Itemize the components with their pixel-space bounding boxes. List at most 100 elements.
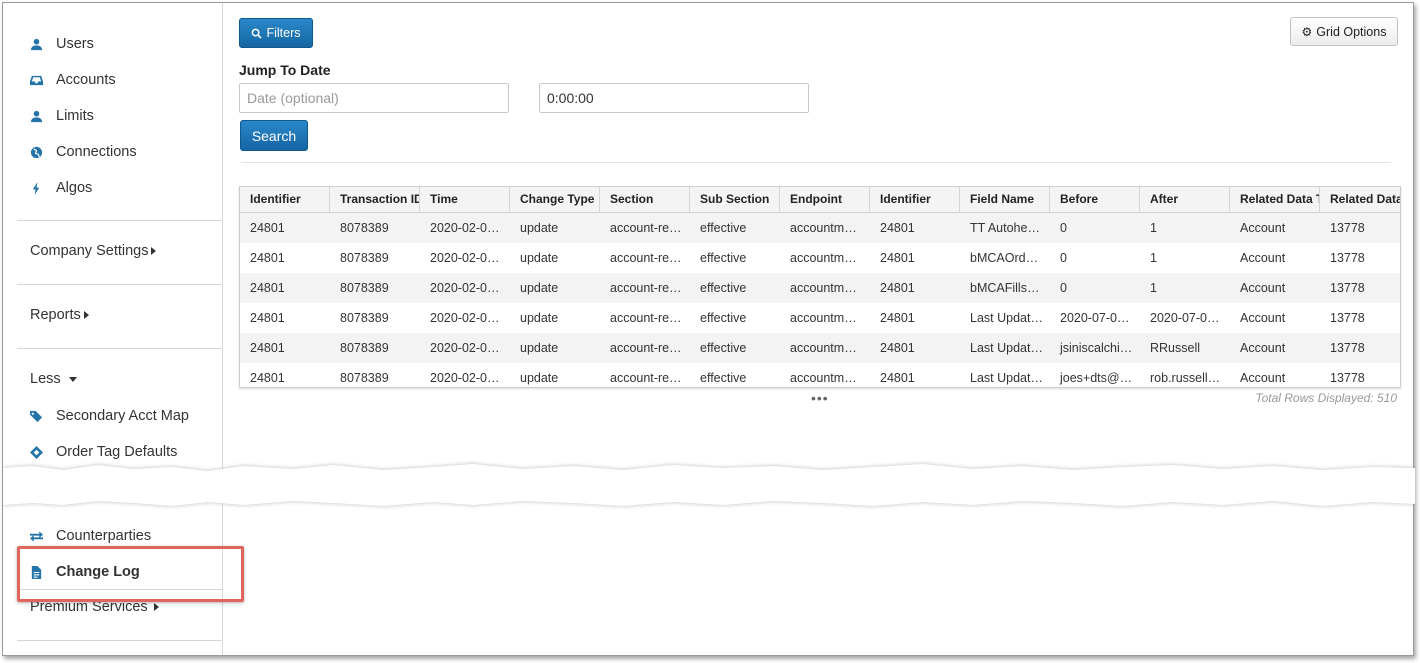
table-cell: 0 [1060,281,1067,295]
table-cell: 0 [1060,251,1067,265]
bolt-icon [29,181,43,195]
table-cell: accountm… [790,341,857,355]
sidebar-divider [17,220,222,221]
table-cell: account-re… [610,281,682,295]
table-cell: effective [700,371,747,385]
table-cell: Account [1240,251,1286,265]
table-cell: 13778 [1330,251,1365,265]
search-icon [252,28,263,39]
table-cell: update [520,311,559,325]
sidebar-item-less[interactable]: Less [30,371,77,387]
table-cell: 24801 [880,221,915,235]
table-cell: 24801 [250,371,285,385]
time-input[interactable] [539,83,809,113]
grid-options-button[interactable]: ⚙ Grid Options [1290,17,1398,46]
grid-body: 24801 8078389 2020-02-0… update account-re… e… [240,213,1400,387]
sidebar-item-algos[interactable]: Algos [29,177,92,199]
jump-to-date-label: Jump To Date [239,62,331,78]
table-cell: 2020-02-0… [430,251,500,265]
column-header[interactable]: Sub Section [690,187,780,213]
column-header[interactable]: Identifier [870,187,960,213]
column-header[interactable]: Section [600,187,690,213]
table-cell: effective [700,281,747,295]
table-cell: 24801 [880,281,915,295]
column-header[interactable]: Endpoint [780,187,870,213]
table-cell: update [520,221,559,235]
table-cell: 13778 [1330,221,1365,235]
column-header[interactable]: Field Name [960,187,1050,213]
table-cell: accountm… [790,221,857,235]
sidebar-item-reports[interactable]: Reports [30,307,89,323]
column-header[interactable]: Related Data Ty [1230,187,1320,213]
sidebar-item-label: Connections [56,144,137,160]
sidebar-item-label: Algos [56,180,93,196]
table-cell: accountm… [790,371,857,385]
sidebar-item-label: Limits [56,108,94,124]
table-cell: 1 [1150,281,1157,295]
table-cell: 24801 [880,251,915,265]
sidebar-item-limits[interactable]: Limits [29,105,94,127]
table-row[interactable]: 24801 8078389 2020-02-0… update account-re… e… [240,213,1400,243]
table-cell: 8078389 [340,281,389,295]
column-header[interactable]: Identifier [240,187,330,213]
content-divider [241,162,1391,163]
table-cell: 1 [1150,221,1157,235]
table-row[interactable]: 24801 8078389 2020-02-0… update account-re… e… [240,243,1400,273]
table-cell: joes+dts@… [1060,371,1133,385]
grid-options-label: Grid Options [1316,24,1387,39]
table-cell: 2020-07-0… [1150,311,1220,325]
table-cell: 13778 [1330,371,1365,385]
table-row[interactable]: 24801 8078389 2020-02-0… update account-re… e… [240,333,1400,363]
sidebar-item-label: Reports [30,307,81,323]
column-header[interactable]: Related Data [1320,187,1400,213]
caret-right-icon [151,247,157,255]
filters-button[interactable]: Filters [239,18,313,48]
more-rows-indicator[interactable]: ••• [811,390,829,406]
user-icon [29,109,43,123]
table-cell: 24801 [880,341,915,355]
caret-down-icon [68,376,77,382]
table-row[interactable]: 24801 8078389 2020-02-0… update account-re… e… [240,363,1400,387]
table-cell: 2020-02-0… [430,311,500,325]
table-cell: effective [700,341,747,355]
filters-label: Filters [266,26,301,40]
sidebar-item-counterparties[interactable]: Counterparties [29,525,151,547]
sidebar-item-secondary-acct-map[interactable]: Secondary Acct Map [29,405,189,427]
sidebar-item-accounts[interactable]: Accounts [29,69,116,91]
sidebar-item-label: Less [30,371,61,387]
table-cell: RRussell [1150,341,1201,355]
table-cell: update [520,341,559,355]
sidebar-item-label: Users [56,36,94,52]
column-header[interactable]: Change Type [510,187,600,213]
table-cell: update [520,281,559,295]
date-input[interactable] [239,83,509,113]
table-cell: effective [700,221,747,235]
table-row[interactable]: 24801 8078389 2020-02-0… update account-re… e… [240,303,1400,333]
column-header[interactable]: After [1140,187,1230,213]
table-cell: 13778 [1330,311,1365,325]
ticket-icon [29,445,43,459]
table-cell: account-re… [610,341,682,355]
column-header[interactable]: Before [1050,187,1140,213]
table-cell: 2020-07-0… [1060,311,1130,325]
sidebar-item-company-settings[interactable]: Company Settings [30,243,157,259]
app-window: Users Accounts Limits Connections Algos [2,2,1415,656]
table-cell: 13778 [1330,341,1365,355]
column-header[interactable]: Time [420,187,510,213]
table-cell: 8078389 [340,221,389,235]
globe-icon [29,145,43,159]
table-cell: Last Updat… [970,371,1043,385]
sidebar-item-connections[interactable]: Connections [29,141,137,163]
table-cell: Last Updat… [970,341,1043,355]
sidebar-item-users[interactable]: Users [29,33,94,55]
search-button[interactable]: Search [240,120,308,151]
table-cell: bMCAOrd… [970,251,1039,265]
column-header[interactable]: Transaction ID [330,187,420,213]
table-cell: 24801 [250,281,285,295]
table-cell: 8078389 [340,251,389,265]
table-row[interactable]: 24801 8078389 2020-02-0… update account-re… e… [240,273,1400,303]
table-cell: account-re… [610,251,682,265]
table-cell: 2020-02-0… [430,341,500,355]
change-log-highlight [17,546,244,602]
table-cell: rob.russell… [1150,371,1221,385]
